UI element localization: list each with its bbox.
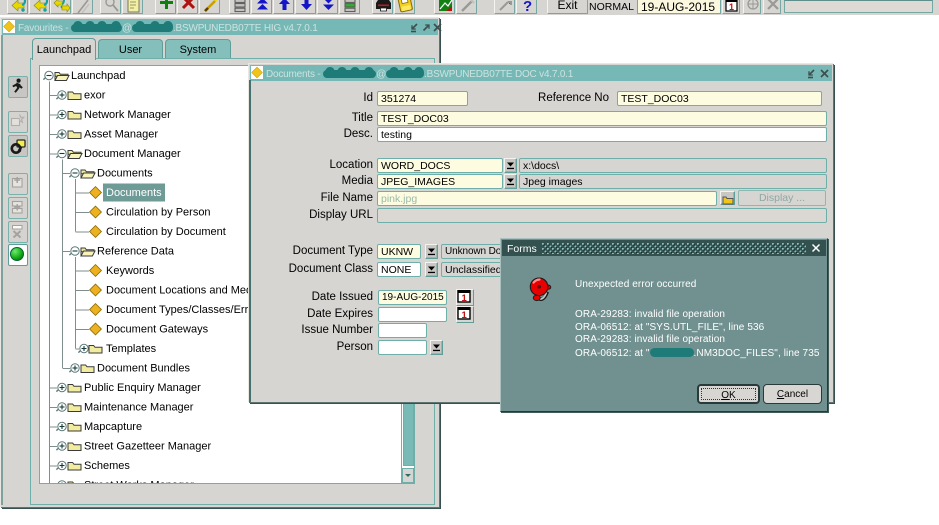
svg-text:Document Types/Classes/Errors: Document Types/Classes/Errors <box>106 304 264 316</box>
svg-text:1: 1 <box>462 310 468 320</box>
svg-text:exor: exor <box>84 90 106 102</box>
svg-text:Document Manager: Document Manager <box>84 148 181 160</box>
svg-text:Circulation by Person: Circulation by Person <box>106 207 211 219</box>
svg-text:Circulation by Document: Circulation by Document <box>106 226 226 238</box>
svg-text:Keywords: Keywords <box>106 265 155 277</box>
svg-text:Public Enquiry Manager: Public Enquiry Manager <box>84 382 201 394</box>
svg-text:Templates: Templates <box>106 343 157 355</box>
svg-text:Street Gazetteer Manager: Street Gazetteer Manager <box>84 441 212 453</box>
svg-text:Maintenance Manager: Maintenance Manager <box>84 402 194 414</box>
svg-text:Schemes: Schemes <box>84 460 130 472</box>
svg-text:1: 1 <box>729 2 734 12</box>
svg-text:Documents: Documents <box>106 187 162 199</box>
svg-text:Document Bundles: Document Bundles <box>97 363 190 375</box>
svg-text:Mapcapture: Mapcapture <box>84 421 142 433</box>
svg-text:Launchpad: Launchpad <box>71 70 125 82</box>
svg-text:Network Manager: Network Manager <box>84 109 171 121</box>
svg-text:Documents: Documents <box>97 168 153 180</box>
svg-text:Asset Manager: Asset Manager <box>84 129 158 141</box>
svg-text:1: 1 <box>462 293 468 303</box>
svg-text:Document Gateways: Document Gateways <box>106 324 209 336</box>
svg-text:Reference Data: Reference Data <box>97 246 175 258</box>
svg-text:?: ? <box>523 0 532 13</box>
svg-text:Street Works Manager: Street Works Manager <box>84 480 194 485</box>
